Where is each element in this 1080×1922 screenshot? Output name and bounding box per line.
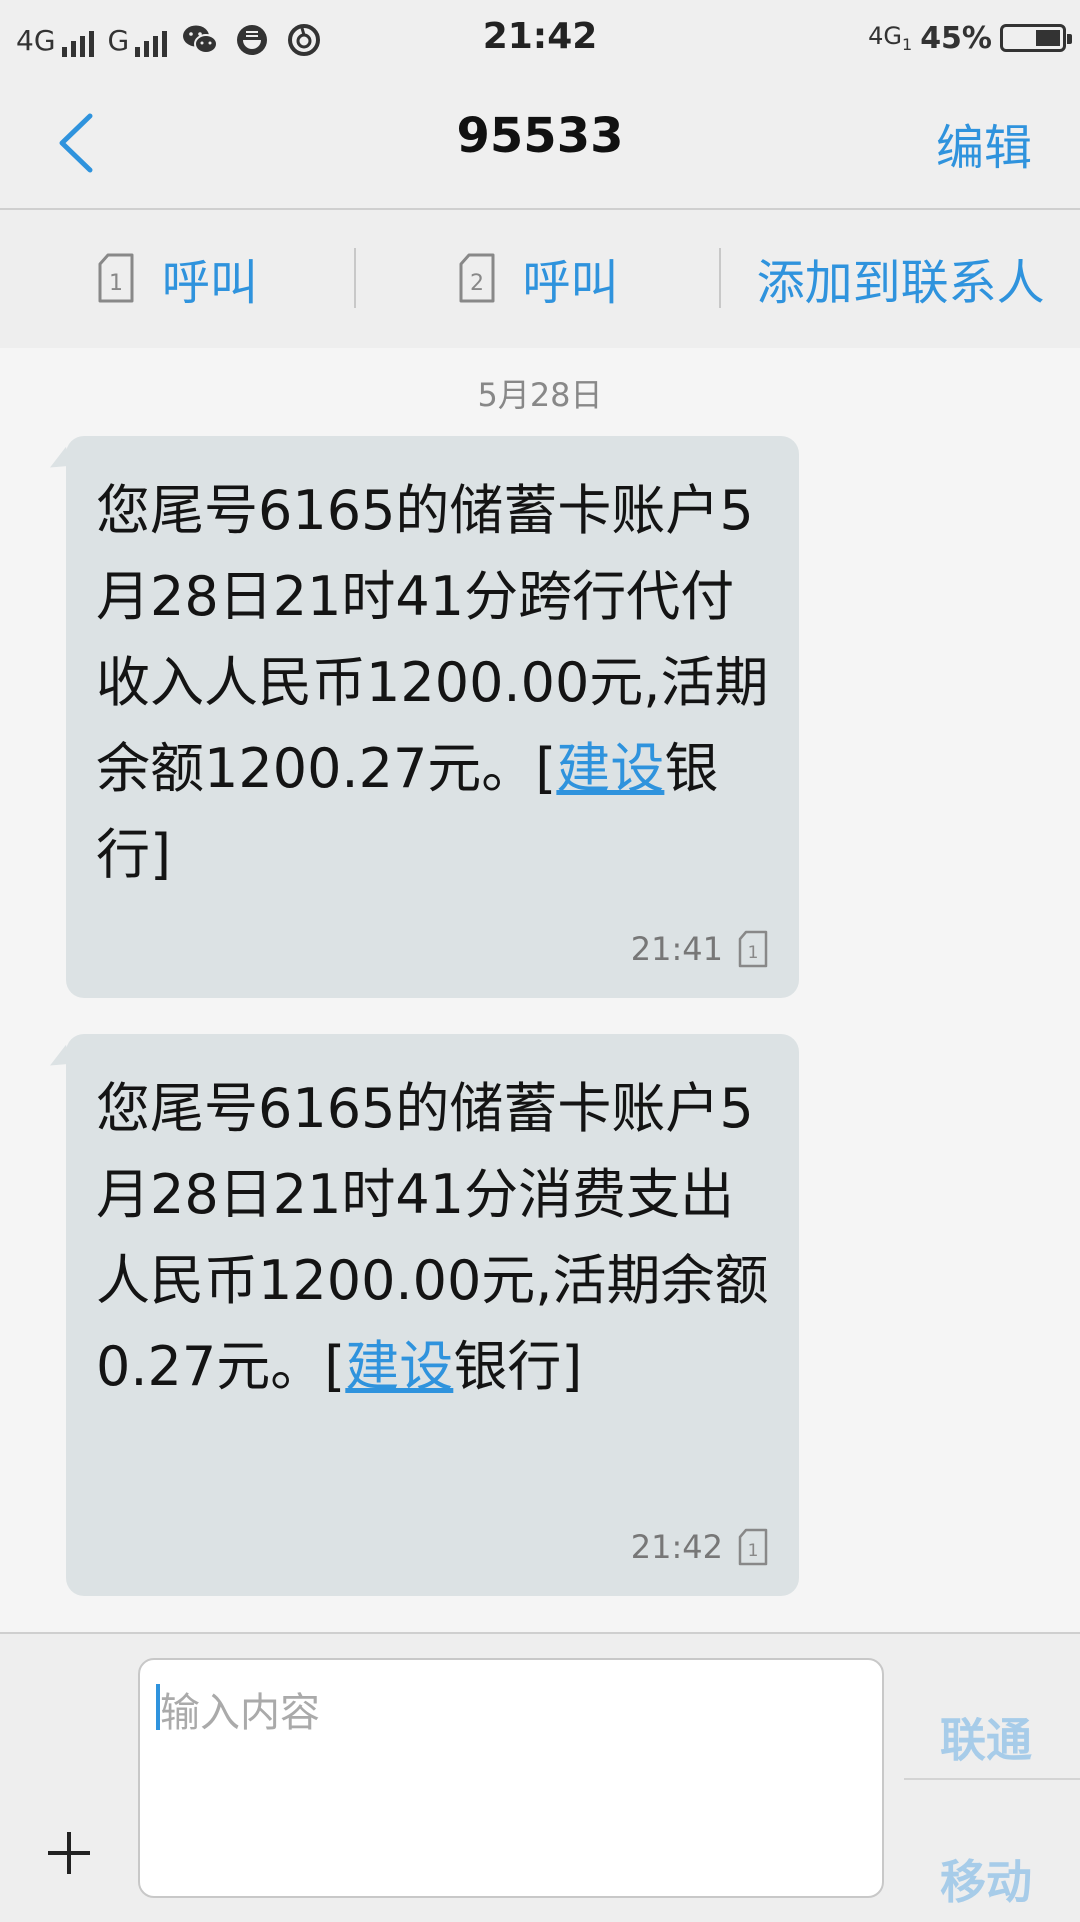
compose-bar: 输入内容 联通 移动 (0, 1632, 1080, 1922)
svg-text:2: 2 (470, 271, 484, 296)
message-meta: 21:42 1 (631, 1528, 769, 1566)
contact-number-title: 95533 (456, 108, 624, 164)
message-text: 您尾号6165的储蓄卡账户5月28日21时41分消费支出人民币1200.00元,… (96, 1077, 769, 1398)
message-meta: 21:41 1 (631, 930, 769, 968)
send-via-unicom-button[interactable]: 联通 (940, 1704, 1032, 1770)
add-to-contacts-button[interactable]: 添加到联系人 (721, 243, 1080, 313)
status-right: 4G1 45% (868, 16, 1072, 60)
battery-icon (1000, 24, 1072, 52)
message-bubble[interactable]: 您尾号6165的储蓄卡账户5月28日21时41分消费支出人民币1200.00元,… (66, 1034, 799, 1596)
message-input[interactable]: 输入内容 (138, 1658, 884, 1898)
battery-fill (1036, 30, 1060, 46)
conversation-header: 95533 编辑 (0, 78, 1080, 210)
call-sim1-label: 呼叫 (161, 255, 258, 311)
message-text: 您尾号6165的储蓄卡账户5月28日21时41分跨行代付收入人民币1200.00… (96, 479, 769, 886)
call-sim2-label: 呼叫 (522, 255, 619, 311)
action-bar: 1 呼叫 2 呼叫 添加到联系人 (0, 210, 1080, 346)
divider (904, 1778, 1080, 1780)
svg-text:1: 1 (748, 943, 759, 963)
send-via-mobile-button[interactable]: 移动 (940, 1846, 1032, 1912)
edit-button[interactable]: 编辑 (936, 108, 1032, 178)
message-bubble[interactable]: 您尾号6165的储蓄卡账户5月28日21时41分跨行代付收入人民币1200.00… (66, 436, 799, 998)
message-list[interactable]: 5月28日 您尾号6165的储蓄卡账户5月28日21时41分跨行代付收入人民币1… (0, 348, 1080, 1632)
battery-percent: 45% (920, 20, 992, 56)
sim-card-2-icon: 2 (459, 253, 494, 303)
call-sim2-button[interactable]: 2 呼叫 (356, 243, 720, 313)
network-type-right: 4G1 (868, 22, 913, 54)
bank-link[interactable]: 建设 (556, 737, 664, 800)
sim-card-1-icon: 1 (738, 930, 768, 968)
svg-text:1: 1 (109, 271, 123, 296)
sim-card-1-icon: 1 (738, 1528, 768, 1566)
date-separator: 5月28日 (477, 376, 603, 414)
message-time: 21:42 (630, 1528, 723, 1566)
message-time: 21:41 (630, 930, 723, 968)
call-sim1-button[interactable]: 1 呼叫 (0, 243, 354, 313)
bank-link[interactable]: 建设 (345, 1335, 453, 1398)
message-input-placeholder: 输入内容 (160, 1690, 320, 1736)
status-bar: 4G G 21:42 4G1 45% (0, 0, 1080, 78)
svg-text:1: 1 (748, 1541, 759, 1561)
plus-icon[interactable] (46, 1830, 92, 1876)
sim-card-1-icon: 1 (98, 253, 134, 303)
